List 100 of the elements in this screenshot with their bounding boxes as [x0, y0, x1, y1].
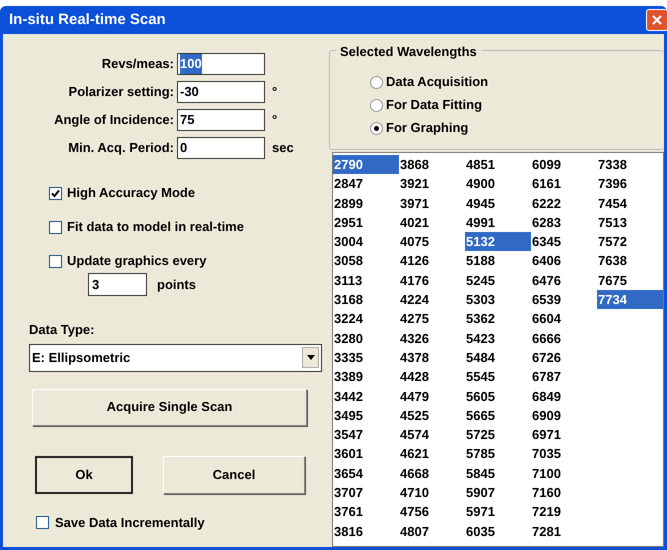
- checkbox[interactable]: [49, 186, 62, 200]
- dropdown[interactable]: E: Ellipsometric: [29, 344, 322, 372]
- list-item[interactable]: 5725: [465, 425, 531, 444]
- list-item[interactable]: 7675: [597, 270, 663, 290]
- list-item[interactable]: 7035: [531, 444, 597, 464]
- list-item[interactable]: 4668: [399, 464, 465, 484]
- list-item[interactable]: 5362: [465, 309, 531, 329]
- list-item[interactable]: 4075: [399, 232, 465, 252]
- list-item[interactable]: 5303: [465, 290, 531, 310]
- list-item[interactable]: 4428: [399, 367, 465, 387]
- list-item[interactable]: 3495: [333, 406, 399, 426]
- list-item[interactable]: 3761: [333, 502, 399, 522]
- list-item[interactable]: 4900: [465, 174, 531, 194]
- dialog-button[interactable]: Cancel: [163, 456, 305, 494]
- list-item[interactable]: 6849: [531, 386, 597, 406]
- list-item[interactable]: 5785: [465, 444, 531, 464]
- radio-button[interactable]: [370, 122, 383, 134]
- list-item[interactable]: 5545: [465, 367, 531, 387]
- list-item[interactable]: 5132: [465, 232, 531, 252]
- list-item[interactable]: 6909: [531, 406, 597, 426]
- checkbox[interactable]: [36, 516, 49, 529]
- list-item[interactable]: 4574: [399, 425, 465, 444]
- list-item[interactable]: 5845: [465, 464, 531, 484]
- list-item[interactable]: 3868: [399, 155, 465, 174]
- list-item[interactable]: 6726: [531, 348, 597, 368]
- list-item[interactable]: 7281: [531, 522, 597, 541]
- radio-button[interactable]: [370, 98, 383, 112]
- list-item[interactable]: 4326: [399, 328, 465, 348]
- list-item[interactable]: 4807: [399, 522, 465, 541]
- list-item[interactable]: 3707: [333, 483, 399, 502]
- list-item[interactable]: 4479: [399, 386, 465, 406]
- list-item[interactable]: 4176: [399, 270, 465, 290]
- list-item[interactable]: 3058: [333, 251, 399, 271]
- list-item[interactable]: 6035: [465, 522, 531, 541]
- list-item[interactable]: 5484: [465, 348, 531, 368]
- list-item[interactable]: 2847: [333, 174, 399, 194]
- input-field[interactable]: 75: [177, 109, 265, 131]
- list-item[interactable]: 7638: [597, 251, 663, 271]
- input-field[interactable]: 0: [177, 137, 265, 159]
- list-item[interactable]: 6971: [531, 425, 597, 444]
- list-item[interactable]: 3547: [333, 425, 399, 444]
- list-item[interactable]: 7572: [597, 232, 663, 252]
- wavelength-list[interactable]: [332, 152, 664, 547]
- radio-button[interactable]: [370, 76, 383, 88]
- list-item[interactable]: 3004: [333, 232, 399, 252]
- list-item[interactable]: 2951: [333, 212, 399, 232]
- input-field[interactable]: 100: [177, 53, 265, 75]
- acquire-button[interactable]: Acquire Single Scan: [32, 388, 307, 426]
- close-button[interactable]: [646, 9, 667, 31]
- list-item[interactable]: 6476: [531, 270, 597, 290]
- checkbox[interactable]: [49, 220, 62, 234]
- list-item[interactable]: 4224: [399, 290, 465, 310]
- list-item[interactable]: 3113: [333, 270, 399, 290]
- list-item[interactable]: 4275: [399, 309, 465, 329]
- list-item[interactable]: 3168: [333, 290, 399, 310]
- list-item[interactable]: 2790: [333, 155, 399, 174]
- list-item[interactable]: 4021: [399, 212, 465, 232]
- dialog-button[interactable]: Ok: [35, 456, 133, 494]
- list-item[interactable]: 6283: [531, 212, 597, 232]
- list-item[interactable]: 3816: [333, 522, 399, 541]
- list-item[interactable]: 3389: [333, 367, 399, 387]
- list-item[interactable]: 6787: [531, 367, 597, 387]
- list-item[interactable]: 7219: [531, 502, 597, 522]
- list-item[interactable]: 2899: [333, 194, 399, 213]
- list-item[interactable]: 6406: [531, 251, 597, 271]
- input-field[interactable]: -30: [177, 81, 265, 103]
- list-item[interactable]: 3601: [333, 444, 399, 464]
- list-item[interactable]: 7160: [531, 483, 597, 502]
- list-item[interactable]: 4945: [465, 194, 531, 213]
- list-item[interactable]: 5245: [465, 270, 531, 290]
- list-item[interactable]: 6604: [531, 309, 597, 329]
- list-item[interactable]: 7100: [531, 464, 597, 484]
- list-item[interactable]: 5605: [465, 386, 531, 406]
- list-item[interactable]: 4621: [399, 444, 465, 464]
- list-item[interactable]: 3280: [333, 328, 399, 348]
- list-item[interactable]: 3971: [399, 194, 465, 213]
- list-item[interactable]: 3654: [333, 464, 399, 484]
- list-item[interactable]: 7513: [597, 212, 663, 232]
- list-item[interactable]: 3921: [399, 174, 465, 194]
- list-item[interactable]: 3224: [333, 309, 399, 329]
- list-item[interactable]: 3335: [333, 348, 399, 368]
- list-item[interactable]: 6161: [531, 174, 597, 194]
- list-item[interactable]: 4710: [399, 483, 465, 502]
- list-item[interactable]: 4525: [399, 406, 465, 426]
- list-item[interactable]: 6666: [531, 328, 597, 348]
- list-item[interactable]: 7338: [597, 155, 663, 174]
- list-item[interactable]: 3442: [333, 386, 399, 406]
- list-item[interactable]: 4991: [465, 212, 531, 232]
- list-item[interactable]: 5423: [465, 328, 531, 348]
- list-item[interactable]: 5188: [465, 251, 531, 271]
- list-item[interactable]: 4756: [399, 502, 465, 522]
- input-field[interactable]: 3: [88, 273, 147, 296]
- list-item[interactable]: 4378: [399, 348, 465, 368]
- list-item[interactable]: 6539: [531, 290, 597, 310]
- list-item[interactable]: 7396: [597, 174, 663, 194]
- list-item[interactable]: 6222: [531, 194, 597, 213]
- list-item[interactable]: 5665: [465, 406, 531, 426]
- list-item[interactable]: 7734: [597, 290, 663, 310]
- list-item[interactable]: 6099: [531, 155, 597, 174]
- list-item[interactable]: 5971: [465, 502, 531, 522]
